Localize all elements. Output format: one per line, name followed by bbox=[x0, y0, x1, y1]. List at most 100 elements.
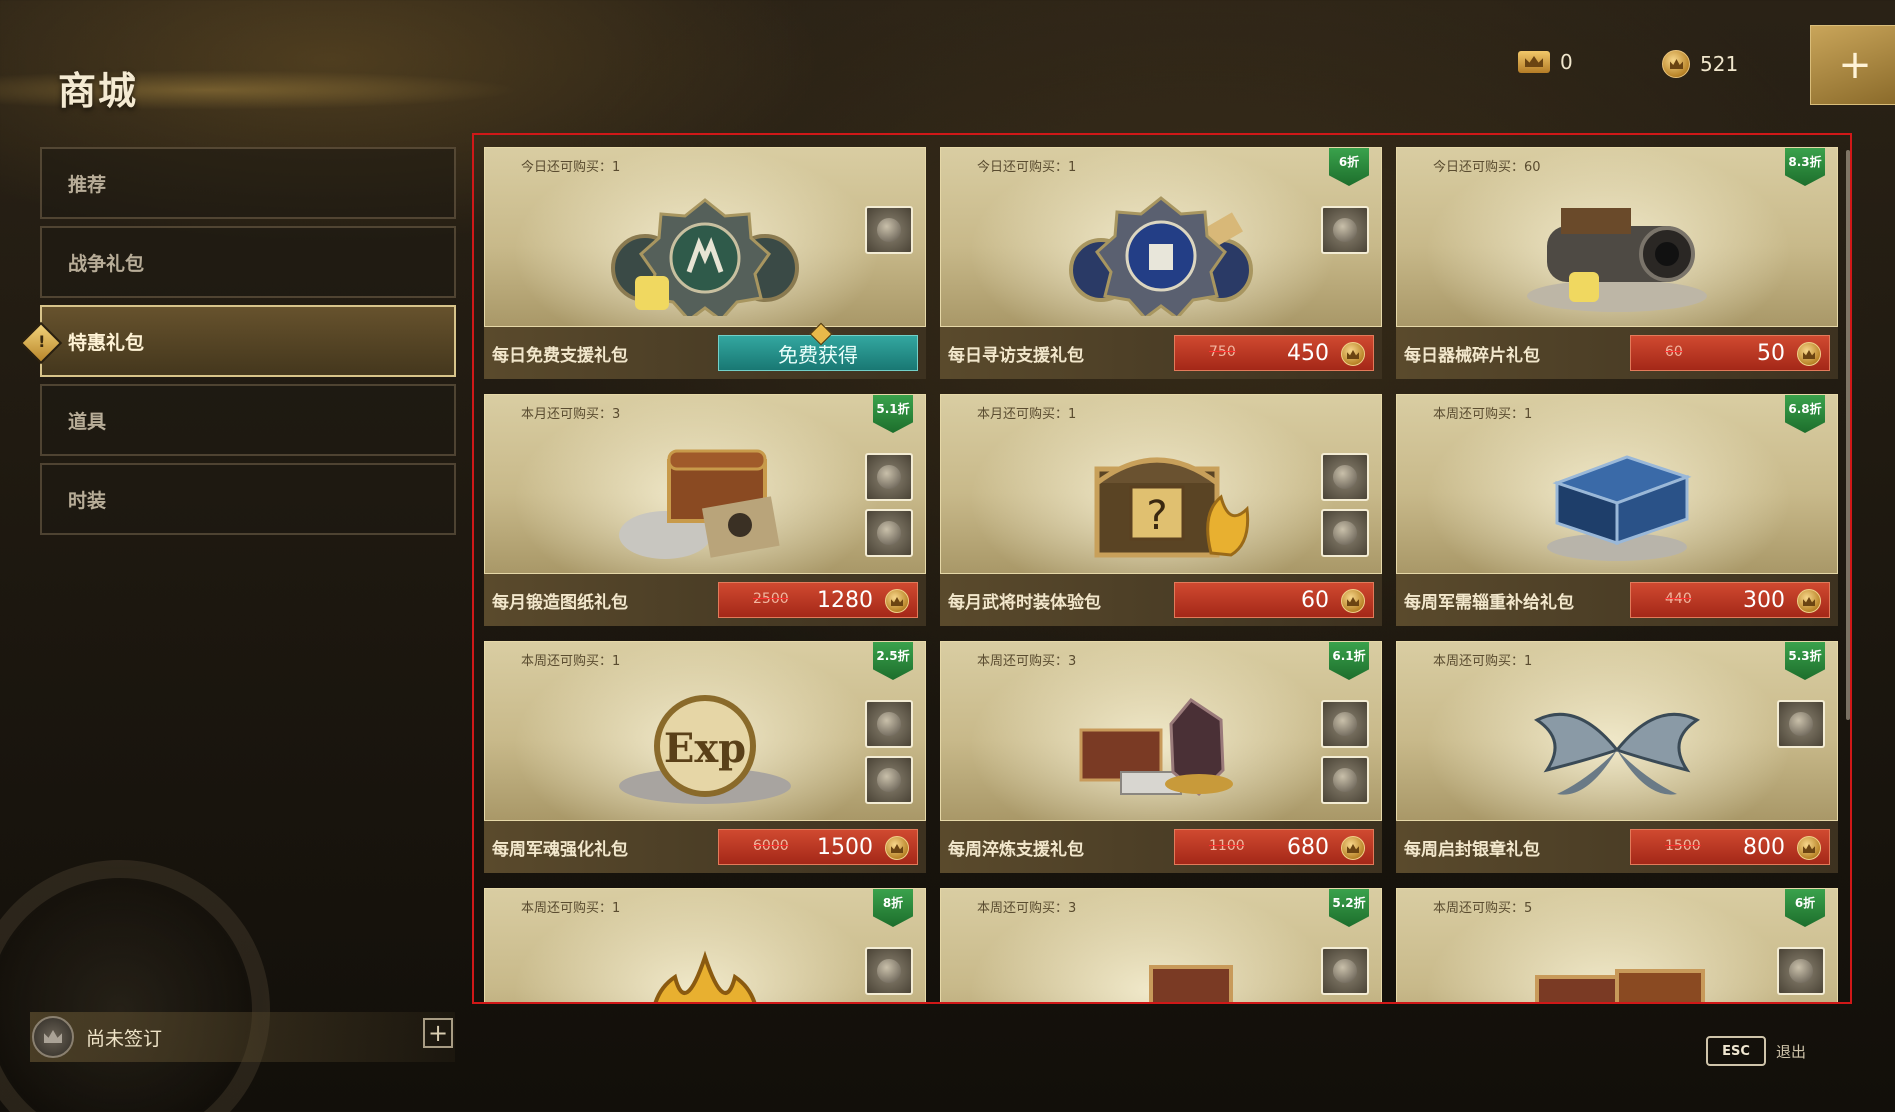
ore-thumb-icon[interactable] bbox=[1321, 947, 1369, 995]
pack-name: 每周军魂强化礼包 bbox=[492, 840, 628, 860]
pack-card[interactable]: 今日还可购买：60 8.3折 每日器械碎片礼包 60 50 bbox=[1396, 147, 1838, 379]
exit-label[interactable]: 退出 bbox=[1776, 1041, 1806, 1062]
free-claim-button[interactable]: 免费获得 bbox=[718, 322, 918, 371]
pack-art: 本周还可购买：3 6.1折 bbox=[940, 641, 1382, 821]
pack-card[interactable]: 今日还可购买：1 6折 每日寻访支援礼包 750 450 bbox=[940, 147, 1382, 379]
coins-chest-thumb-icon[interactable] bbox=[865, 756, 913, 804]
sidebar-item-items[interactable]: 道具 bbox=[40, 384, 456, 456]
sale-price: 300 bbox=[1743, 587, 1785, 613]
pack-card[interactable]: 本周还可购买：3 5.2折 bbox=[940, 888, 1382, 1002]
discount-badge: 6.8折 bbox=[1785, 395, 1825, 433]
pack-card[interactable]: 本周还可购买：1 6.8折 每周军需辎重补给礼包 440 300 bbox=[1396, 394, 1838, 626]
pack-card[interactable]: 本月还可购买：1 ? 每月武将时装体验包 60 bbox=[940, 394, 1382, 626]
purchase-limit: 今日还可购买：1 bbox=[977, 160, 1077, 175]
svg-text:Exp: Exp bbox=[664, 725, 746, 772]
pack-art: 本月还可购买：3 5.1折 bbox=[484, 394, 926, 574]
pack-card[interactable]: 本周还可购买：1 2.5折 Exp 每周军魂强化礼包 6000 1500 bbox=[484, 641, 926, 873]
pack-art: 本周还可购买：1 5.3折 bbox=[1396, 641, 1838, 821]
exp-thumb-icon[interactable] bbox=[865, 700, 913, 748]
purchase-limit: 今日还可购买：60 bbox=[1433, 160, 1541, 175]
esc-key-badge[interactable]: ESC bbox=[1706, 1036, 1766, 1066]
sidebar-item-costumes[interactable]: 时装 bbox=[40, 463, 456, 535]
gold-coin-icon bbox=[1797, 589, 1821, 613]
gold-coin-icon bbox=[1797, 342, 1821, 366]
wings-thumb-icon[interactable] bbox=[1777, 700, 1825, 748]
emblem-thumb-icon[interactable] bbox=[865, 206, 913, 254]
price-button[interactable]: 60 bbox=[1174, 582, 1374, 618]
gold-flame-icon bbox=[653, 950, 757, 1002]
crystal-thumb-icon[interactable] bbox=[1321, 700, 1369, 748]
chest-thumb-icon[interactable] bbox=[865, 453, 913, 501]
sale-price: 450 bbox=[1287, 340, 1329, 366]
flame-thumb-icon[interactable] bbox=[865, 947, 913, 995]
sidebar-item-label: 道具 bbox=[68, 410, 107, 433]
pack-art: 今日还可购买：60 8.3折 bbox=[1396, 147, 1838, 327]
pack-card[interactable]: 本周还可购买：1 5.3折 每周启封银章礼包 1500 800 bbox=[1396, 641, 1838, 873]
original-price: 750 bbox=[1209, 344, 1236, 360]
pack-bar: 每周淬炼支援礼包 1100 680 bbox=[940, 821, 1382, 873]
pack-bar: 每月武将时装体验包 60 bbox=[940, 574, 1382, 626]
chests-icon bbox=[1535, 969, 1705, 1002]
price-button[interactable]: 1500 800 bbox=[1630, 829, 1830, 865]
purchase-limit: 本月还可购买：1 bbox=[977, 407, 1077, 422]
purchase-limit: 今日还可购买：1 bbox=[521, 160, 621, 175]
flame-thumb-icon[interactable] bbox=[1321, 509, 1369, 557]
pack-card[interactable]: 本月还可购买：3 5.1折 每月锻造图纸礼包 2500 1280 bbox=[484, 394, 926, 626]
pack-bar: 每月锻造图纸礼包 2500 1280 bbox=[484, 574, 926, 626]
grid-scrollbar[interactable] bbox=[1846, 150, 1850, 720]
price-button[interactable]: 1100 680 bbox=[1174, 829, 1374, 865]
purchase-limit: 本周还可购买：1 bbox=[521, 901, 621, 916]
original-price: 6000 bbox=[753, 838, 789, 854]
gold-coin-icon bbox=[1341, 589, 1365, 613]
pack-name: 每日寻访支援礼包 bbox=[948, 346, 1084, 366]
crown-currency[interactable]: 0 bbox=[1518, 50, 1573, 74]
coin-currency-value: 521 bbox=[1700, 52, 1739, 76]
emblem-blue-thumb-icon[interactable] bbox=[1321, 206, 1369, 254]
chest-silver-icon bbox=[619, 449, 780, 559]
discount-badge: 5.1折 bbox=[873, 395, 913, 433]
pack-bar: 每日寻访支援礼包 750 450 bbox=[940, 327, 1382, 379]
price-button[interactable]: 2500 1280 bbox=[718, 582, 918, 618]
sidebar-item-recommended[interactable]: 推荐 bbox=[40, 147, 456, 219]
chest-thumb-icon[interactable] bbox=[1321, 756, 1369, 804]
pack-card[interactable]: 今日还可购买：1 每日免费支援礼包 免费获得 bbox=[484, 147, 926, 379]
pack-name: 每月武将时装体验包 bbox=[948, 593, 1101, 613]
price-button[interactable]: 440 300 bbox=[1630, 582, 1830, 618]
original-price: 440 bbox=[1665, 591, 1692, 607]
gold-coin-icon bbox=[1797, 836, 1821, 860]
shop-screen: 商城 0 521 + 推荐 战争礼包 ! 特惠礼包 道具 时装 尚未签订 + E… bbox=[0, 0, 1895, 1112]
crystal-ingots-icon bbox=[1079, 698, 1233, 797]
original-price: 1500 bbox=[1665, 838, 1701, 854]
pack-card[interactable]: 本周还可购买：1 8折 bbox=[484, 888, 926, 1002]
price-button[interactable]: 6000 1500 bbox=[718, 829, 918, 865]
price-button[interactable]: 750 450 bbox=[1174, 335, 1374, 371]
pack-bar: 每周军需辎重补给礼包 440 300 bbox=[1396, 574, 1838, 626]
coin-currency[interactable]: 521 bbox=[1662, 50, 1738, 78]
active-marker-icon: ! bbox=[19, 321, 63, 365]
pack-art: 本周还可购买：5 6折 bbox=[1396, 888, 1838, 1002]
sidebar-item-special-offers[interactable]: ! 特惠礼包 bbox=[19, 305, 456, 377]
ore-thumb-icon[interactable] bbox=[865, 509, 913, 557]
discount-badge: 5.3折 bbox=[1785, 642, 1825, 680]
pack-card[interactable]: 本周还可购买：5 6折 bbox=[1396, 888, 1838, 1002]
mystery-thumb-icon[interactable] bbox=[1321, 453, 1369, 501]
scroll-thumb-icon[interactable] bbox=[1777, 947, 1825, 995]
discount-badge: 8.3折 bbox=[1785, 148, 1825, 186]
pack-card[interactable]: 本周还可购买：3 6.1折 每周淬炼支援礼包 1100 680 bbox=[940, 641, 1382, 873]
product-grid: 今日还可购买：1 每日免费支援礼包 免费获得 今日还可购买：1 6折 每日寻访支… bbox=[472, 133, 1852, 1004]
pack-art: 本周还可购买：1 2.5折 Exp bbox=[484, 641, 926, 821]
discount-badge: 6折 bbox=[1785, 889, 1825, 927]
add-contract-button[interactable]: + bbox=[423, 1018, 453, 1048]
pack-bar: 每日免费支援礼包 免费获得 bbox=[484, 322, 926, 379]
gold-coin-icon bbox=[885, 589, 909, 613]
blue-crate-icon bbox=[1547, 455, 1692, 561]
discount-badge: 2.5折 bbox=[873, 642, 913, 680]
original-price: 60 bbox=[1665, 344, 1683, 360]
sale-price: 60 bbox=[1301, 587, 1329, 613]
purchase-limit: 本周还可购买：1 bbox=[1433, 407, 1533, 422]
add-currency-button[interactable]: + bbox=[1810, 25, 1895, 105]
pack-name: 每日免费支援礼包 bbox=[492, 346, 628, 366]
pack-art: 本周还可购买：1 6.8折 bbox=[1396, 394, 1838, 574]
price-button[interactable]: 60 50 bbox=[1630, 335, 1830, 371]
sidebar-item-war-packs[interactable]: 战争礼包 bbox=[40, 226, 456, 298]
